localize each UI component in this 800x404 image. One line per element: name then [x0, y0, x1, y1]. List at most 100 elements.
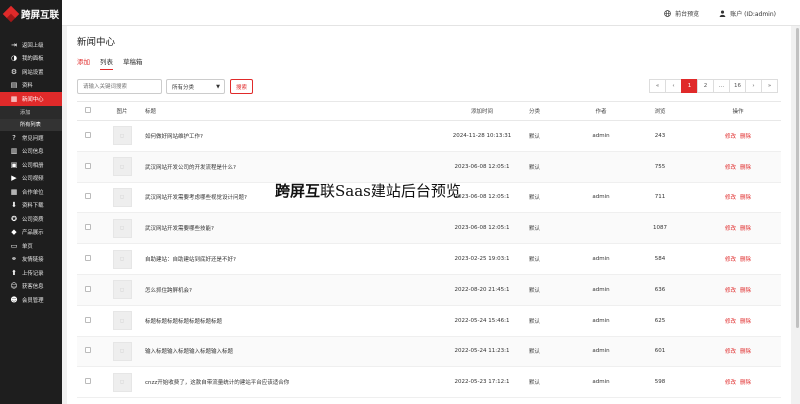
- sidebar-subitem-1[interactable]: 所有列表: [0, 118, 62, 131]
- edit-button[interactable]: 修改: [725, 349, 736, 355]
- page-2-button[interactable]: 2: [697, 79, 714, 93]
- sidebar-item-8[interactable]: ▶ 公司视频: [0, 172, 62, 186]
- search-input[interactable]: [77, 79, 162, 94]
- page-prev-button[interactable]: ‹: [665, 79, 682, 93]
- sidebar-item-6[interactable]: ▥ 公司信息: [0, 145, 62, 159]
- edit-button[interactable]: 修改: [725, 380, 736, 386]
- sidebar-item-label: 合作单位: [22, 189, 44, 196]
- brand[interactable]: 跨屏互联: [0, 0, 62, 28]
- delete-button[interactable]: 删除: [740, 349, 751, 355]
- sidebar-item-7[interactable]: ▣ 公司相册: [0, 158, 62, 172]
- table-row: ◻ 武汉网站开发需要哪些技能? 2023-06-08 12:05:1 默认 1087 修改…: [77, 212, 781, 245]
- delete-button[interactable]: 删除: [740, 195, 751, 201]
- search-button[interactable]: 搜索: [230, 79, 253, 94]
- brand-logo-icon: [2, 5, 20, 23]
- edit-button[interactable]: 修改: [725, 165, 736, 171]
- row-views: 243: [625, 120, 695, 152]
- row-category: 默认: [529, 305, 577, 337]
- sidebar-item-0[interactable]: ⇥ 返回上级: [0, 38, 62, 52]
- row-title[interactable]: 如何做好网站维护工作?: [145, 120, 435, 152]
- row-title[interactable]: 武汉网站开发公司的开发流程是什么?: [145, 151, 435, 183]
- users-icon: ☺: [10, 282, 18, 291]
- select-all-checkbox[interactable]: [85, 107, 91, 113]
- sidebar-item-4[interactable]: ▦ 新闻中心: [0, 92, 62, 106]
- palette-icon: ◑: [10, 54, 18, 63]
- row-checkbox[interactable]: [85, 316, 91, 323]
- page-last-button[interactable]: »: [761, 79, 778, 93]
- account-menu[interactable]: 账户 (ID:admin): [719, 9, 776, 18]
- row-time: 2022-05-24 11:23:1: [435, 336, 529, 368]
- row-author: admin: [577, 336, 625, 368]
- row-category: 默认: [529, 366, 577, 399]
- row-checkbox[interactable]: [85, 193, 91, 200]
- tab-list[interactable]: 列表: [100, 56, 113, 70]
- row-checkbox[interactable]: [85, 255, 91, 262]
- row-checkbox[interactable]: [85, 347, 91, 354]
- sidebar-subitem-0[interactable]: 添加: [0, 106, 62, 119]
- sidebar-item-label: 新闻中心: [22, 97, 44, 103]
- delete-button[interactable]: 删除: [740, 380, 751, 386]
- table-row: ◻ 自助建站：自助建站到底好还是不好? 2023-02-25 19:03:1 默认 ad…: [77, 243, 781, 275]
- sidebar-item-16[interactable]: ☺ 获客信息: [0, 280, 62, 294]
- sidebar-item-15[interactable]: ⬆ 上传记录: [0, 266, 62, 280]
- sidebar-item-12[interactable]: ◆ 产品展示: [0, 226, 62, 240]
- edit-button[interactable]: 修改: [725, 134, 736, 140]
- sidebar-item-2[interactable]: ⚙ 网站设置: [0, 65, 62, 79]
- edit-button[interactable]: 修改: [725, 288, 736, 294]
- row-title[interactable]: 输入标题输入标题输入标题输入标题: [145, 336, 435, 368]
- row-checkbox[interactable]: [85, 162, 91, 169]
- tab-drafts[interactable]: 草稿箱: [123, 56, 143, 70]
- row-author: admin: [577, 274, 625, 306]
- row-views: 1087: [625, 212, 695, 245]
- row-checkbox[interactable]: [85, 285, 91, 292]
- row-title[interactable]: 自助建站：自助建站到底好还是不好?: [145, 243, 435, 275]
- row-title[interactable]: 标题标题标题标题标题标题标题: [145, 305, 435, 337]
- edit-button[interactable]: 修改: [725, 195, 736, 201]
- delete-button[interactable]: 删除: [740, 288, 751, 294]
- sidebar-item-9[interactable]: ▦ 合作单位: [0, 185, 62, 199]
- sidebar-item-5[interactable]: ? 常见问题: [0, 131, 62, 145]
- edit-button[interactable]: 修改: [725, 319, 736, 325]
- delete-button[interactable]: 删除: [740, 226, 751, 232]
- table-row: ◻ 武汉网站开发公司的开发流程是什么? 2023-06-08 12:05:1 默认 75…: [77, 151, 781, 183]
- sidebar-item-11[interactable]: ✪ 公司资质: [0, 212, 62, 226]
- member-icon: ☻: [10, 295, 18, 304]
- page-16-button[interactable]: 16: [729, 79, 746, 93]
- sidebar-item-13[interactable]: ▭ 单页: [0, 239, 62, 253]
- edit-button[interactable]: 修改: [725, 257, 736, 263]
- scrollbar-thumb[interactable]: [796, 28, 799, 328]
- page-first-button[interactable]: «: [649, 79, 666, 93]
- row-checkbox[interactable]: [85, 378, 91, 385]
- edit-button[interactable]: 修改: [725, 226, 736, 232]
- sidebar-item-1[interactable]: ◑ 我的面板: [0, 52, 62, 66]
- row-checkbox[interactable]: [85, 224, 91, 231]
- page-next-button[interactable]: ›: [745, 79, 762, 93]
- delete-button[interactable]: 删除: [740, 165, 751, 171]
- tab-add[interactable]: 添加: [77, 56, 90, 70]
- delete-button[interactable]: 删除: [740, 257, 751, 263]
- row-author: [577, 212, 625, 245]
- news-table: 图片 标题 添加时间 分类 作者 浏览 操作 ◻ 如何做好网站维护工作? 2024-…: [77, 101, 781, 399]
- page-icon: ▭: [10, 241, 18, 250]
- table-row: ◻ cnzz开始收费了，这款自带流量统计的建站平台应该适合你 2022-05-23 …: [77, 366, 781, 399]
- category-select[interactable]: 所有分类 ▼: [166, 79, 225, 94]
- row-title[interactable]: cnzz开始收费了，这款自带流量统计的建站平台应该适合你: [145, 366, 435, 399]
- sidebar-item-label: 资料: [22, 83, 33, 90]
- page-1-button[interactable]: 1: [681, 79, 698, 93]
- sidebar-item-10[interactable]: ⬇ 资料下载: [0, 199, 62, 213]
- delete-button[interactable]: 删除: [740, 319, 751, 325]
- row-title[interactable]: 武汉网站开发需要哪些技能?: [145, 212, 435, 245]
- page-scrollbar[interactable]: [795, 26, 800, 404]
- preview-link[interactable]: 前台预览: [664, 9, 699, 18]
- delete-button[interactable]: 删除: [740, 134, 751, 140]
- row-title[interactable]: 怎么抓住跨屏机会?: [145, 274, 435, 306]
- watermark: 跨屏互联Saas建站后台预览: [275, 180, 461, 201]
- row-time: 2022-05-23 17:12:1: [435, 366, 529, 399]
- row-author: [577, 151, 625, 183]
- row-checkbox[interactable]: [85, 131, 91, 138]
- sidebar-item-3[interactable]: ▤ 资料: [0, 79, 62, 93]
- row-author: admin: [577, 305, 625, 337]
- sidebar-item-17[interactable]: ☻ 会员管理: [0, 293, 62, 307]
- row-views: 636: [625, 274, 695, 306]
- sidebar-item-14[interactable]: ⚭ 友情链接: [0, 253, 62, 267]
